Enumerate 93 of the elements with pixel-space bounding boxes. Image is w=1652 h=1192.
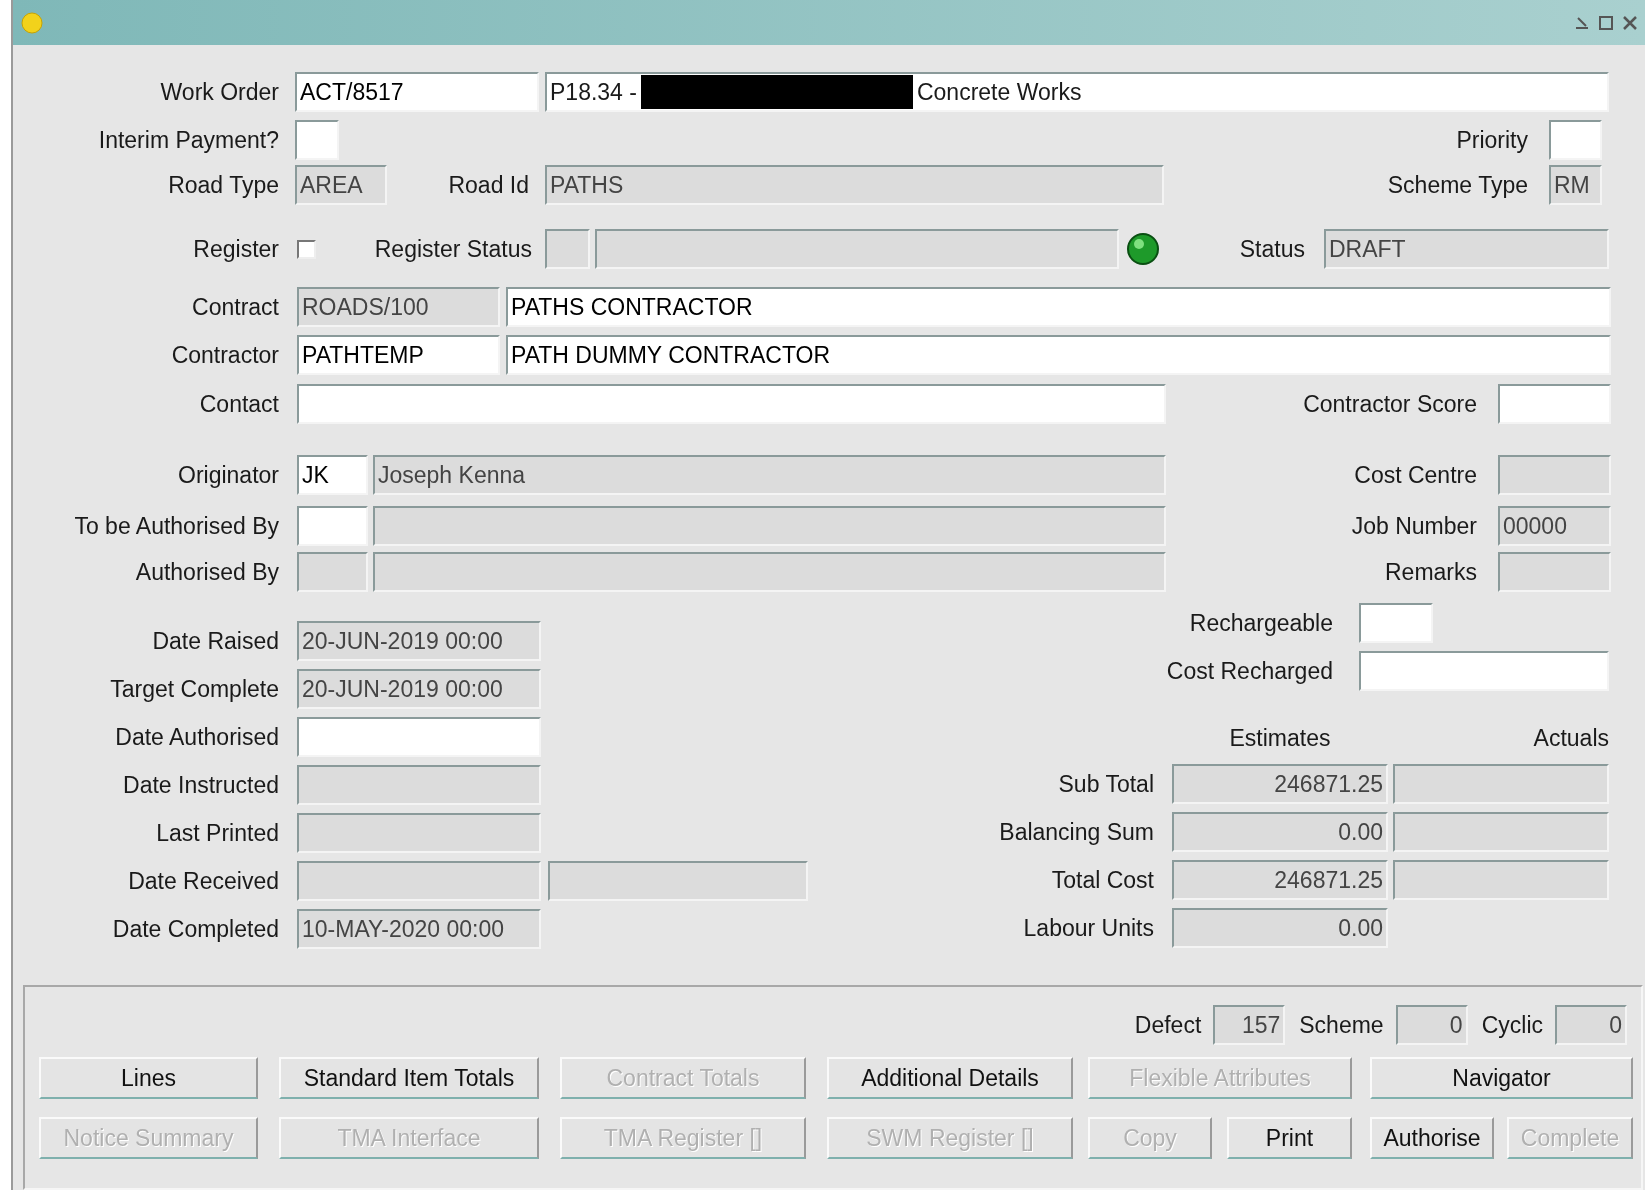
text-field[interactable] [297,552,368,592]
field-label: Interim Payment? [98,125,279,155]
text-field[interactable]: 0.00 [1172,908,1388,948]
field-label: Authorised By [135,557,279,587]
text-field[interactable] [1393,812,1609,852]
text-field[interactable]: 00000 [1498,506,1611,546]
text-field[interactable] [548,861,808,901]
field-label: Contractor Score [1303,389,1477,419]
field-label: Sub Total [1058,769,1154,799]
text-field[interactable]: PATHS [545,165,1164,205]
field-label: Contact [199,389,279,419]
field-label: Balancing Sum [999,817,1154,847]
field-label: Date Received [128,866,279,896]
column-header: Estimates [1229,723,1331,753]
field-label: Scheme [1299,1010,1384,1040]
text-field[interactable]: PATH DUMMY CONTRACTOR [506,335,1611,375]
text-field[interactable]: 246871.25 [1172,860,1388,900]
text-field[interactable] [1359,651,1609,691]
status-light-icon [1125,232,1160,266]
field-label: Date Instructed [123,770,279,800]
field-label: Date Raised [152,626,279,656]
text-field[interactable] [373,552,1166,592]
field-label: Road Type [168,170,279,200]
text-field[interactable]: 20-JUN-2019 00:00 [297,621,541,661]
field-label: Target Complete [110,674,279,704]
text-field[interactable] [297,813,541,853]
text-field[interactable]: 157 [1213,1005,1286,1045]
text-field[interactable]: 0 [1395,1005,1468,1045]
text-field[interactable]: Joseph Kenna [373,455,1166,495]
field-label: Defect [1134,1010,1202,1040]
close-icon[interactable] [1621,13,1639,32]
field-label: Register Status [374,234,532,264]
app-icon [19,9,45,36]
text-field[interactable]: PATHTEMP [297,335,500,375]
field-label: Work Order [160,77,279,107]
field-label: Contract [192,292,279,322]
text-field[interactable]: DRAFT [1324,229,1609,269]
text-field[interactable] [297,717,541,757]
field-label: Last Printed [156,818,279,848]
field-label: Cost Recharged [1166,656,1333,686]
field-label: Remarks [1385,557,1477,587]
action-button[interactable]: Print [1227,1117,1352,1159]
text-field[interactable]: AREA [295,165,387,205]
field-label: Road Id [448,170,529,200]
field-label: Originator [178,460,279,490]
text-field[interactable] [595,229,1119,269]
text-field[interactable] [297,384,1166,424]
text-field[interactable]: PATHS CONTRACTOR [506,287,1611,327]
text-field[interactable]: JK [297,455,368,495]
text-field[interactable] [1549,120,1602,160]
text-field[interactable] [1393,860,1609,900]
text-field[interactable] [1498,552,1611,592]
field-label: Priority [1456,125,1528,155]
column-header: Actuals [1533,723,1609,753]
text-field[interactable]: 0 [1555,1005,1627,1045]
text-field[interactable] [373,506,1166,546]
text-field[interactable] [545,229,590,269]
field-label: To be Authorised By [74,511,279,541]
text-field[interactable]: 10-MAY-2020 00:00 [297,909,541,949]
field-label: Date Authorised [115,722,279,752]
text-field[interactable]: 20-JUN-2019 00:00 [297,669,541,709]
maximize-icon[interactable] [1597,13,1615,32]
field-label: Cyclic [1481,1010,1543,1040]
text-field[interactable]: ACT/8517 [295,72,539,112]
text-field[interactable]: ROADS/100 [297,287,500,327]
action-button[interactable]: Navigator [1370,1057,1633,1099]
action-button[interactable]: Lines [39,1057,258,1099]
field-label: Scheme Type [1387,170,1528,200]
text-field[interactable] [297,506,368,546]
field-label: Status [1239,234,1305,264]
text-field[interactable] [1498,384,1611,424]
action-button[interactable]: Additional Details [827,1057,1073,1099]
field-label: Cost Centre [1354,460,1477,490]
field-label: Job Number [1351,511,1477,541]
checkbox-field[interactable] [295,120,339,160]
action-button[interactable]: Standard Item Totals [279,1057,539,1099]
text-field[interactable]: 246871.25 [1172,764,1388,804]
field-label: Rechargeable [1189,608,1333,638]
field-label: Date Completed [112,914,279,944]
text-field[interactable] [1393,764,1609,804]
text-field[interactable] [1359,603,1433,643]
text-field[interactable]: 0.00 [1172,812,1388,852]
field-label: Labour Units [1023,913,1154,943]
text-field[interactable] [1498,455,1611,495]
register-checkbox[interactable] [297,239,316,259]
field-label: Register [193,234,279,264]
text-field[interactable] [297,861,541,901]
text-field[interactable]: P18.34 - Concrete Works [545,72,1609,112]
field-label: Total Cost [1051,865,1154,895]
field-label: Contractor [171,340,279,370]
text-field[interactable] [297,765,541,805]
action-button[interactable]: Authorise [1370,1117,1494,1159]
text-field[interactable]: RM [1549,165,1602,205]
